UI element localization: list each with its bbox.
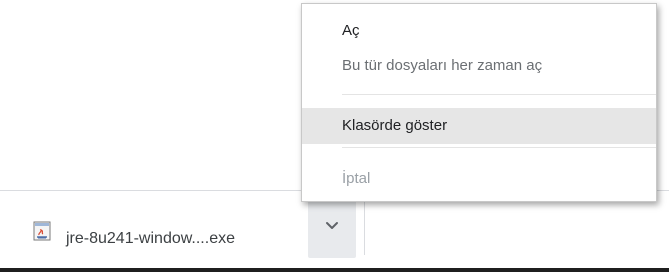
download-item[interactable]: jre-8u241-window....exe (0, 191, 300, 269)
menu-item-always-open-type[interactable]: Bu tür dosyaları her zaman aç (302, 51, 656, 81)
window-bottom-border (0, 268, 669, 272)
download-context-menu: Aç Bu tür dosyaları her zaman aç Klasörd… (301, 3, 657, 202)
java-installer-icon (33, 221, 51, 241)
menu-item-cancel[interactable]: İptal (302, 164, 656, 194)
download-file-name: jre-8u241-window....exe (66, 230, 235, 247)
chevron-down-icon (326, 222, 338, 229)
menu-item-open[interactable]: Aç (302, 16, 656, 46)
menu-item-show-in-folder[interactable]: Klasörde göster (302, 108, 656, 144)
menu-separator (342, 147, 656, 148)
menu-separator (342, 94, 656, 95)
download-options-button[interactable] (308, 196, 356, 258)
shelf-divider (364, 199, 365, 255)
